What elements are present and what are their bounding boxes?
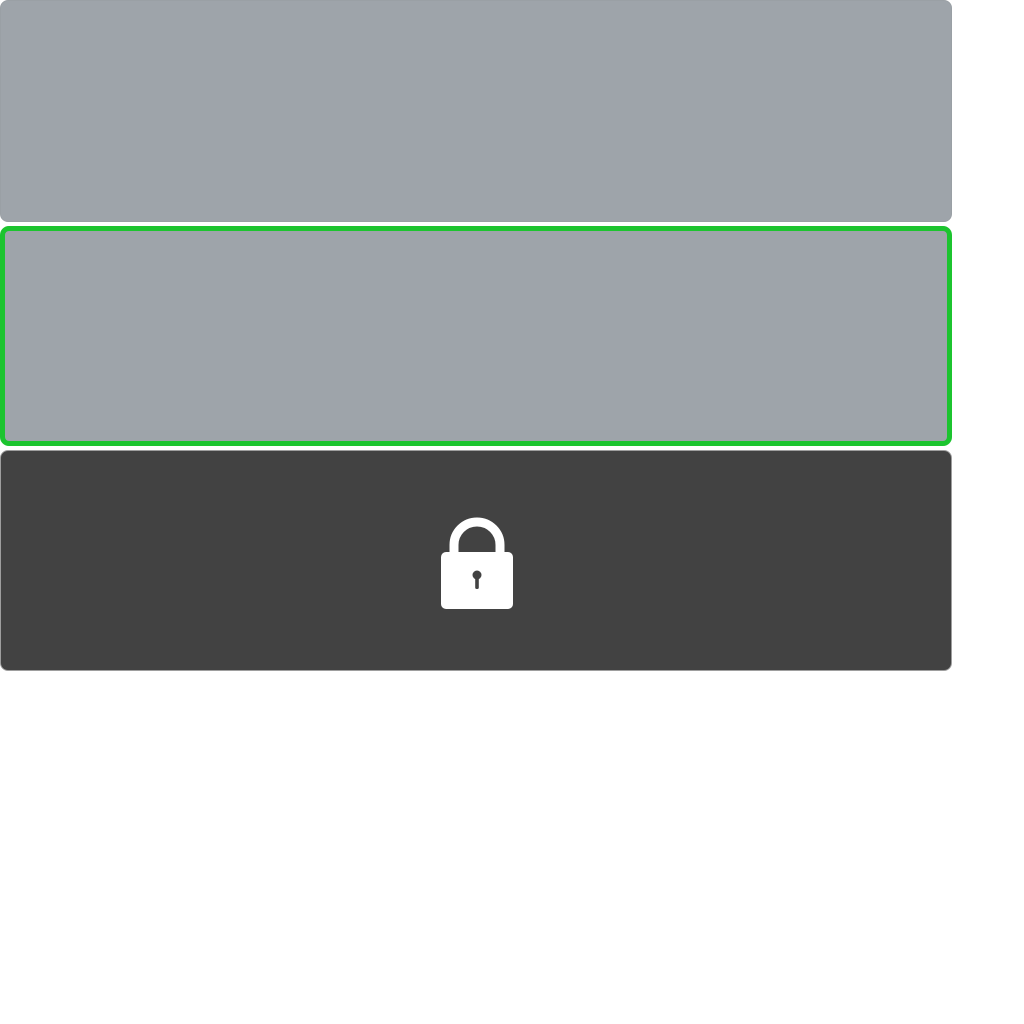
lock-keyhole-slot	[475, 575, 479, 589]
lock-shackle	[449, 517, 505, 555]
tile-3-locked[interactable]	[0, 450, 952, 671]
lock-icon	[441, 517, 513, 609]
tile-1[interactable]	[0, 0, 952, 222]
tile-2-selected[interactable]	[0, 226, 952, 446]
tile-list	[0, 0, 1024, 1024]
